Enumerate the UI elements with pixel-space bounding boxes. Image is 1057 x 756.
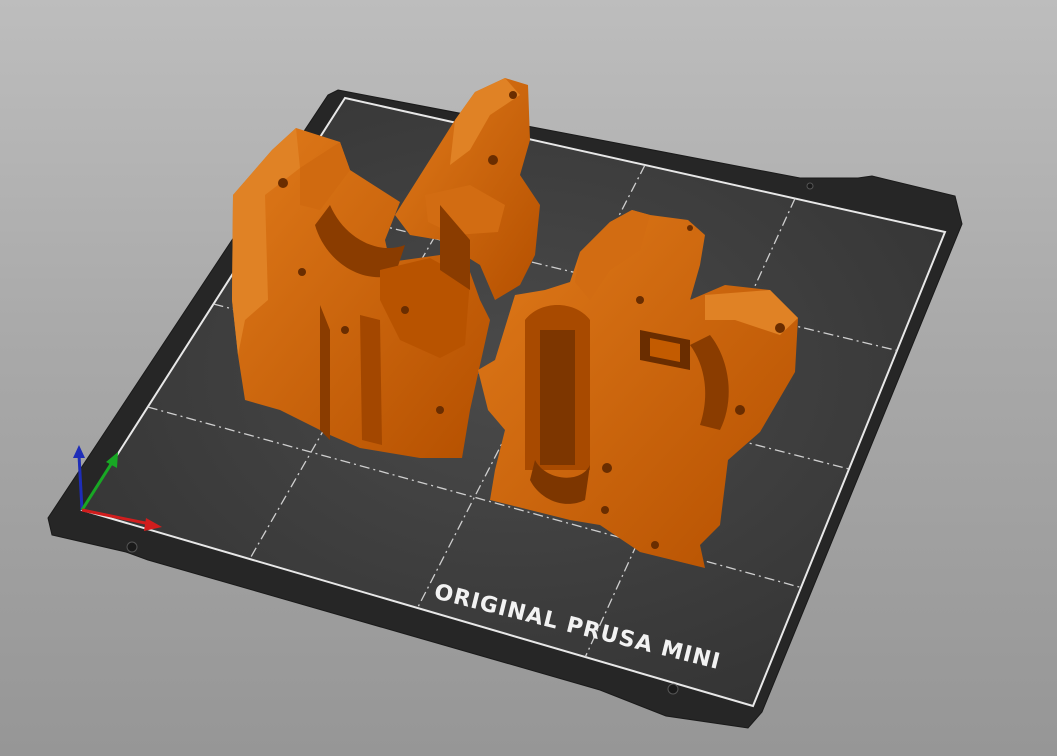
z-axis-arrow-icon xyxy=(73,445,85,458)
bed-hole xyxy=(667,683,679,695)
bed-hole xyxy=(806,182,814,190)
3d-viewport[interactable]: ORIGINAL PRUSA MINI xyxy=(0,0,1057,756)
plater-scene[interactable]: ORIGINAL PRUSA MINI xyxy=(0,0,1057,756)
bed-hole xyxy=(126,541,138,553)
